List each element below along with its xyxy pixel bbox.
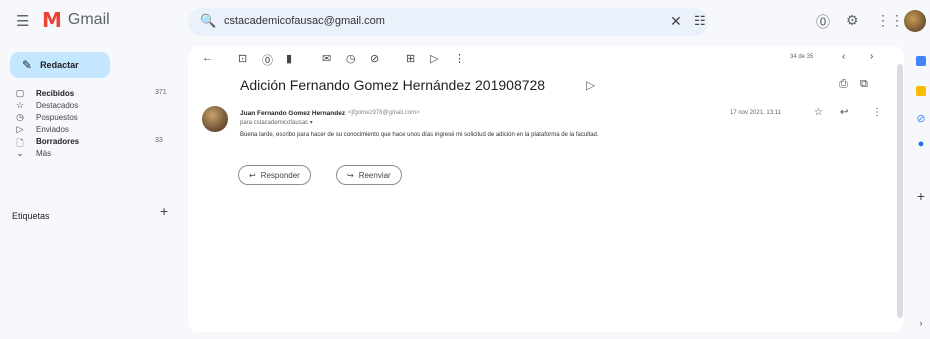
star-icon: ☆ (15, 100, 25, 110)
search-input[interactable]: cstacademicofausac@gmail.com (224, 15, 385, 27)
star-icon[interactable]: ☆ (814, 107, 823, 118)
print-icon[interactable]: ⎙ (839, 78, 848, 91)
pagination-text: 34 de 35 (790, 54, 814, 60)
sidebar-item-count: 33 (155, 137, 163, 144)
delete-icon[interactable]: ▮ (286, 52, 292, 65)
compose-label: Redactar (40, 60, 79, 70)
sender-avatar (202, 106, 228, 132)
sidebar-item-label: Enviados (36, 125, 69, 134)
sidebar-item-drafts[interactable]: 🗋 Borradores 33 (0, 136, 180, 148)
top-bar: ☰ M Gmail 🔍 cstacademicofausac@gmail.com… (0, 0, 930, 44)
forward-button[interactable]: ↪ Reenviar (336, 165, 402, 185)
gmail-logo[interactable]: M Gmail (42, 10, 110, 30)
email-body: Buena tarde, escribo para hacer de su co… (240, 132, 599, 138)
gmail-m-icon: M (42, 8, 62, 32)
send-icon: ▷ (16, 124, 24, 134)
snooze-icon[interactable]: ◷ (346, 52, 356, 65)
scrollbar[interactable] (897, 64, 903, 318)
add-label-button[interactable]: + (160, 203, 168, 219)
label-icon[interactable]: ▷ (430, 52, 438, 65)
sidebar-item-snoozed[interactable]: ◷ Pospuestos (0, 112, 180, 124)
sender-email: <jfgomez978@gmail.com> (348, 110, 420, 116)
new-window-icon[interactable]: ⧉ (860, 78, 868, 91)
newer-chevron-icon[interactable]: ‹ (842, 51, 845, 62)
sidebar-item-inbox[interactable]: ▢ Recibidos 371 (0, 88, 180, 100)
reply-icon: ↩ (249, 170, 256, 180)
sender-name: Juan Fernando Gomez Hernandez (240, 110, 346, 117)
sidebar-item-label: Más (36, 149, 52, 158)
gmail-logo-text: Gmail (67, 11, 110, 28)
sidebar-item-more[interactable]: ⌄ Más (0, 148, 180, 160)
archive-icon[interactable]: ⊡ (238, 52, 247, 65)
sidebar-item-label: Borradores (36, 137, 80, 146)
inbox-icon: ▢ (15, 88, 25, 98)
keep-icon[interactable] (916, 86, 926, 96)
mark-unread-icon[interactable]: ✉ (322, 52, 331, 65)
recipient-line[interactable]: para cstacademicofausac ▾ (240, 119, 313, 126)
compose-button[interactable]: ✎ Redactar (10, 52, 110, 78)
search-icon[interactable]: 🔍 (200, 13, 216, 29)
contacts-icon[interactable]: ● (912, 138, 930, 150)
search-options-icon[interactable]: ☷ (694, 13, 706, 29)
clock-icon: ◷ (16, 112, 24, 122)
email-date: 17 nov 2021, 13:11 (730, 110, 781, 116)
labels-section: Etiquetas + (12, 203, 172, 221)
add-addon-icon[interactable]: + (912, 188, 930, 204)
sidebar-item-count: 371 (155, 89, 167, 96)
clear-search-icon[interactable]: ✕ (670, 13, 682, 30)
reply-label: Responder (260, 170, 300, 180)
sidebar-item-label: Pospuestos (36, 113, 78, 122)
email-subject: Adición Fernando Gomez Hernández 2019087… (240, 77, 546, 93)
chevron-down-icon: ⌄ (16, 148, 24, 158)
main-menu-icon[interactable]: ☰ (16, 12, 29, 30)
forward-icon: ↪ (347, 170, 354, 180)
reply-button[interactable]: ↩ Responder (238, 165, 311, 185)
sidebar-item-label: Destacados (36, 101, 79, 110)
help-icon[interactable]: ⓪ (816, 12, 830, 32)
importance-marker-icon[interactable]: ▷ (586, 78, 595, 92)
account-avatar[interactable] (904, 10, 926, 32)
search-bar[interactable]: 🔍 cstacademicofausac@gmail.com ✕ ☷ (188, 8, 708, 36)
older-chevron-icon[interactable]: › (870, 51, 873, 62)
move-to-icon[interactable]: ⊞ (406, 52, 415, 65)
settings-gear-icon[interactable]: ⚙ (846, 12, 859, 29)
sidebar-item-sent[interactable]: ▷ Enviados (0, 124, 180, 136)
report-spam-icon[interactable]: ⓪ (262, 52, 273, 68)
message-pane: ← ⊡ ⓪ ▮ ✉ ◷ ⊘ ⊞ ▷ ⋮ 34 de 35 ‹ › Adición… (188, 46, 904, 332)
back-arrow-icon[interactable]: ← (202, 52, 213, 64)
sidebar-item-starred[interactable]: ☆ Destacados (0, 100, 180, 112)
sidebar-item-label: Recibidos (36, 89, 75, 98)
reply-icon[interactable]: ↩ (840, 107, 848, 118)
expand-panel-icon[interactable]: › (912, 318, 930, 328)
forward-label: Reenviar (358, 170, 391, 180)
more-options-icon[interactable]: ⋮ (454, 52, 465, 65)
more-vert-icon[interactable]: ⋮ (872, 107, 882, 118)
pencil-icon: ✎ (22, 58, 33, 72)
add-task-icon[interactable]: ⊘ (370, 52, 379, 65)
tasks-icon[interactable]: ⊘ (912, 112, 930, 125)
calendar-icon[interactable] (916, 56, 926, 66)
labels-title: Etiquetas (12, 211, 50, 221)
